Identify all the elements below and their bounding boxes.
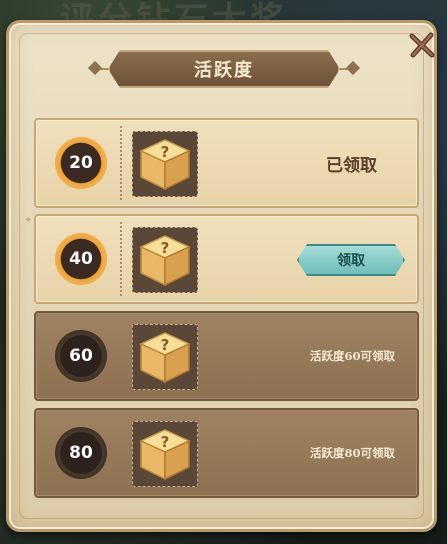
mystery-box-icon: ? (139, 332, 191, 384)
claim-button[interactable]: 领取 (297, 244, 405, 276)
svg-text:?: ? (161, 239, 170, 257)
svg-text:?: ? (161, 143, 170, 161)
threshold-value: 20 (69, 153, 93, 173)
threshold-badge: 40 (55, 233, 107, 285)
threshold-badge: 80 (55, 427, 107, 479)
reward-slot[interactable]: ? (132, 324, 198, 390)
reward-slot[interactable]: ? (132, 227, 198, 293)
reward-slot[interactable]: ? (132, 421, 198, 487)
threshold-value: 40 (69, 249, 93, 269)
activity-row-40: 40 ? 领取 (34, 214, 419, 304)
locked-status: 活跃度60可领取 (309, 349, 395, 363)
mystery-box-icon: ? (139, 429, 191, 481)
sparkle-decoration: ✦ (24, 215, 33, 226)
threshold-value: 60 (69, 346, 93, 366)
title-banner: 活跃度 (108, 50, 340, 88)
threshold-badge: 60 (55, 330, 107, 382)
reward-slot[interactable]: ? (132, 131, 198, 197)
activity-row-60: 60 ? 活跃度60可领取 (34, 311, 419, 401)
mystery-box-icon: ? (139, 235, 191, 287)
svg-text:?: ? (161, 336, 170, 354)
claimed-status: 已领取 (326, 155, 377, 176)
dialog-title: 活跃度 (194, 60, 254, 81)
mystery-box-icon: ? (139, 139, 191, 191)
threshold-badge: 20 (55, 137, 107, 189)
svg-text:?: ? (161, 433, 170, 451)
threshold-value: 80 (69, 443, 93, 463)
claim-button-label: 领取 (337, 253, 365, 269)
locked-status: 活跃度80可领取 (309, 446, 395, 460)
close-x-icon (409, 32, 435, 58)
activity-row-20: 20 ? 已领取 (34, 118, 419, 208)
close-button[interactable] (407, 30, 437, 60)
activity-row-80: 80 ? 活跃度80可领取 (34, 408, 419, 498)
